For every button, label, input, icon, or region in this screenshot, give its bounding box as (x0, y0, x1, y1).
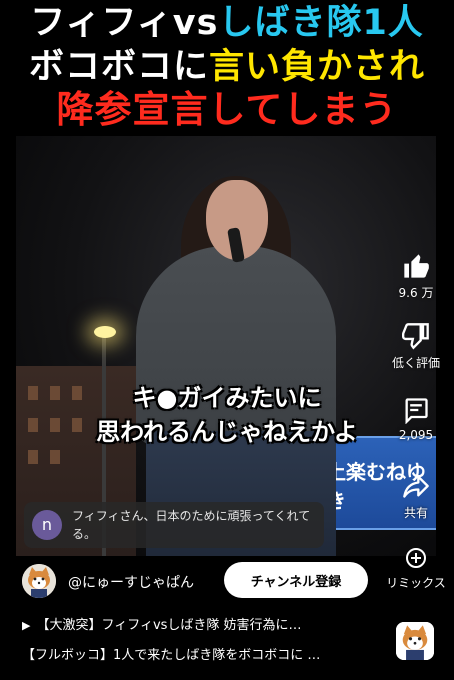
thumbs-down-icon (402, 323, 429, 350)
share-label: 共有 (403, 506, 428, 520)
remix-icon (406, 548, 426, 568)
dislike-label: 低く評価 (391, 356, 440, 370)
video-player[interactable]: 上楽むねゆき (16, 136, 436, 556)
related-video-title-text: 【大激突】フィフィvsしばき隊 妨害行為に… (36, 618, 302, 633)
headline-text-highlight: しばき隊1人 (218, 3, 424, 43)
remix-label: リミックス (386, 576, 446, 590)
headline-line-2: ボコボコに言い負かされ (0, 46, 454, 88)
shiba-dog-icon (396, 622, 434, 660)
dislike-button[interactable]: 低く評価 (376, 322, 454, 371)
headline-line-1: フィフィvsしばき隊1人 (0, 2, 454, 44)
headline-line-3: 降参宣言してしまう (56, 88, 398, 131)
pinned-comment[interactable]: n フィフィさん、日本のために頑張ってくれてる。 (24, 502, 324, 548)
share-arrow-icon (403, 475, 429, 498)
comment-text: フィフィさん、日本のために頑張ってくれてる。 (72, 509, 311, 541)
like-button[interactable]: 9.6 万 (376, 252, 454, 301)
video-title[interactable]: 【フルボッコ】1人で来たしばき隊をボコボコに … (22, 644, 382, 663)
thumbs-up-icon (404, 254, 429, 278)
comments-button[interactable]: 2,095 (376, 396, 454, 442)
remix-button[interactable]: リミックス (376, 546, 454, 591)
channel-row: @にゅーすじゃぱん チャンネル登録 (22, 562, 368, 602)
related-video-title-1[interactable]: ▶ 【大激突】フィフィvsしばき隊 妨害行為に… (22, 614, 382, 633)
remix-thumbnail[interactable] (396, 622, 434, 660)
comment-avatar: n (32, 510, 62, 540)
comment-icon (405, 398, 428, 424)
subscribe-button[interactable]: チャンネル登録 (224, 562, 368, 598)
street-lamp (94, 326, 116, 338)
channel-avatar[interactable] (22, 564, 56, 598)
play-icon: ▶ (22, 619, 31, 632)
headline-text: フィフィvs (30, 3, 219, 43)
headline-text: ボコボコに (28, 47, 209, 87)
like-count: 9.6 万 (398, 286, 434, 300)
comment-count: 2,095 (398, 428, 434, 442)
shiba-dog-icon (22, 564, 56, 598)
share-button[interactable]: 共有 (376, 472, 454, 521)
headline-text-highlight: 言い負かされ (209, 47, 426, 87)
channel-name[interactable]: @にゅーすじゃぱん (68, 572, 194, 592)
